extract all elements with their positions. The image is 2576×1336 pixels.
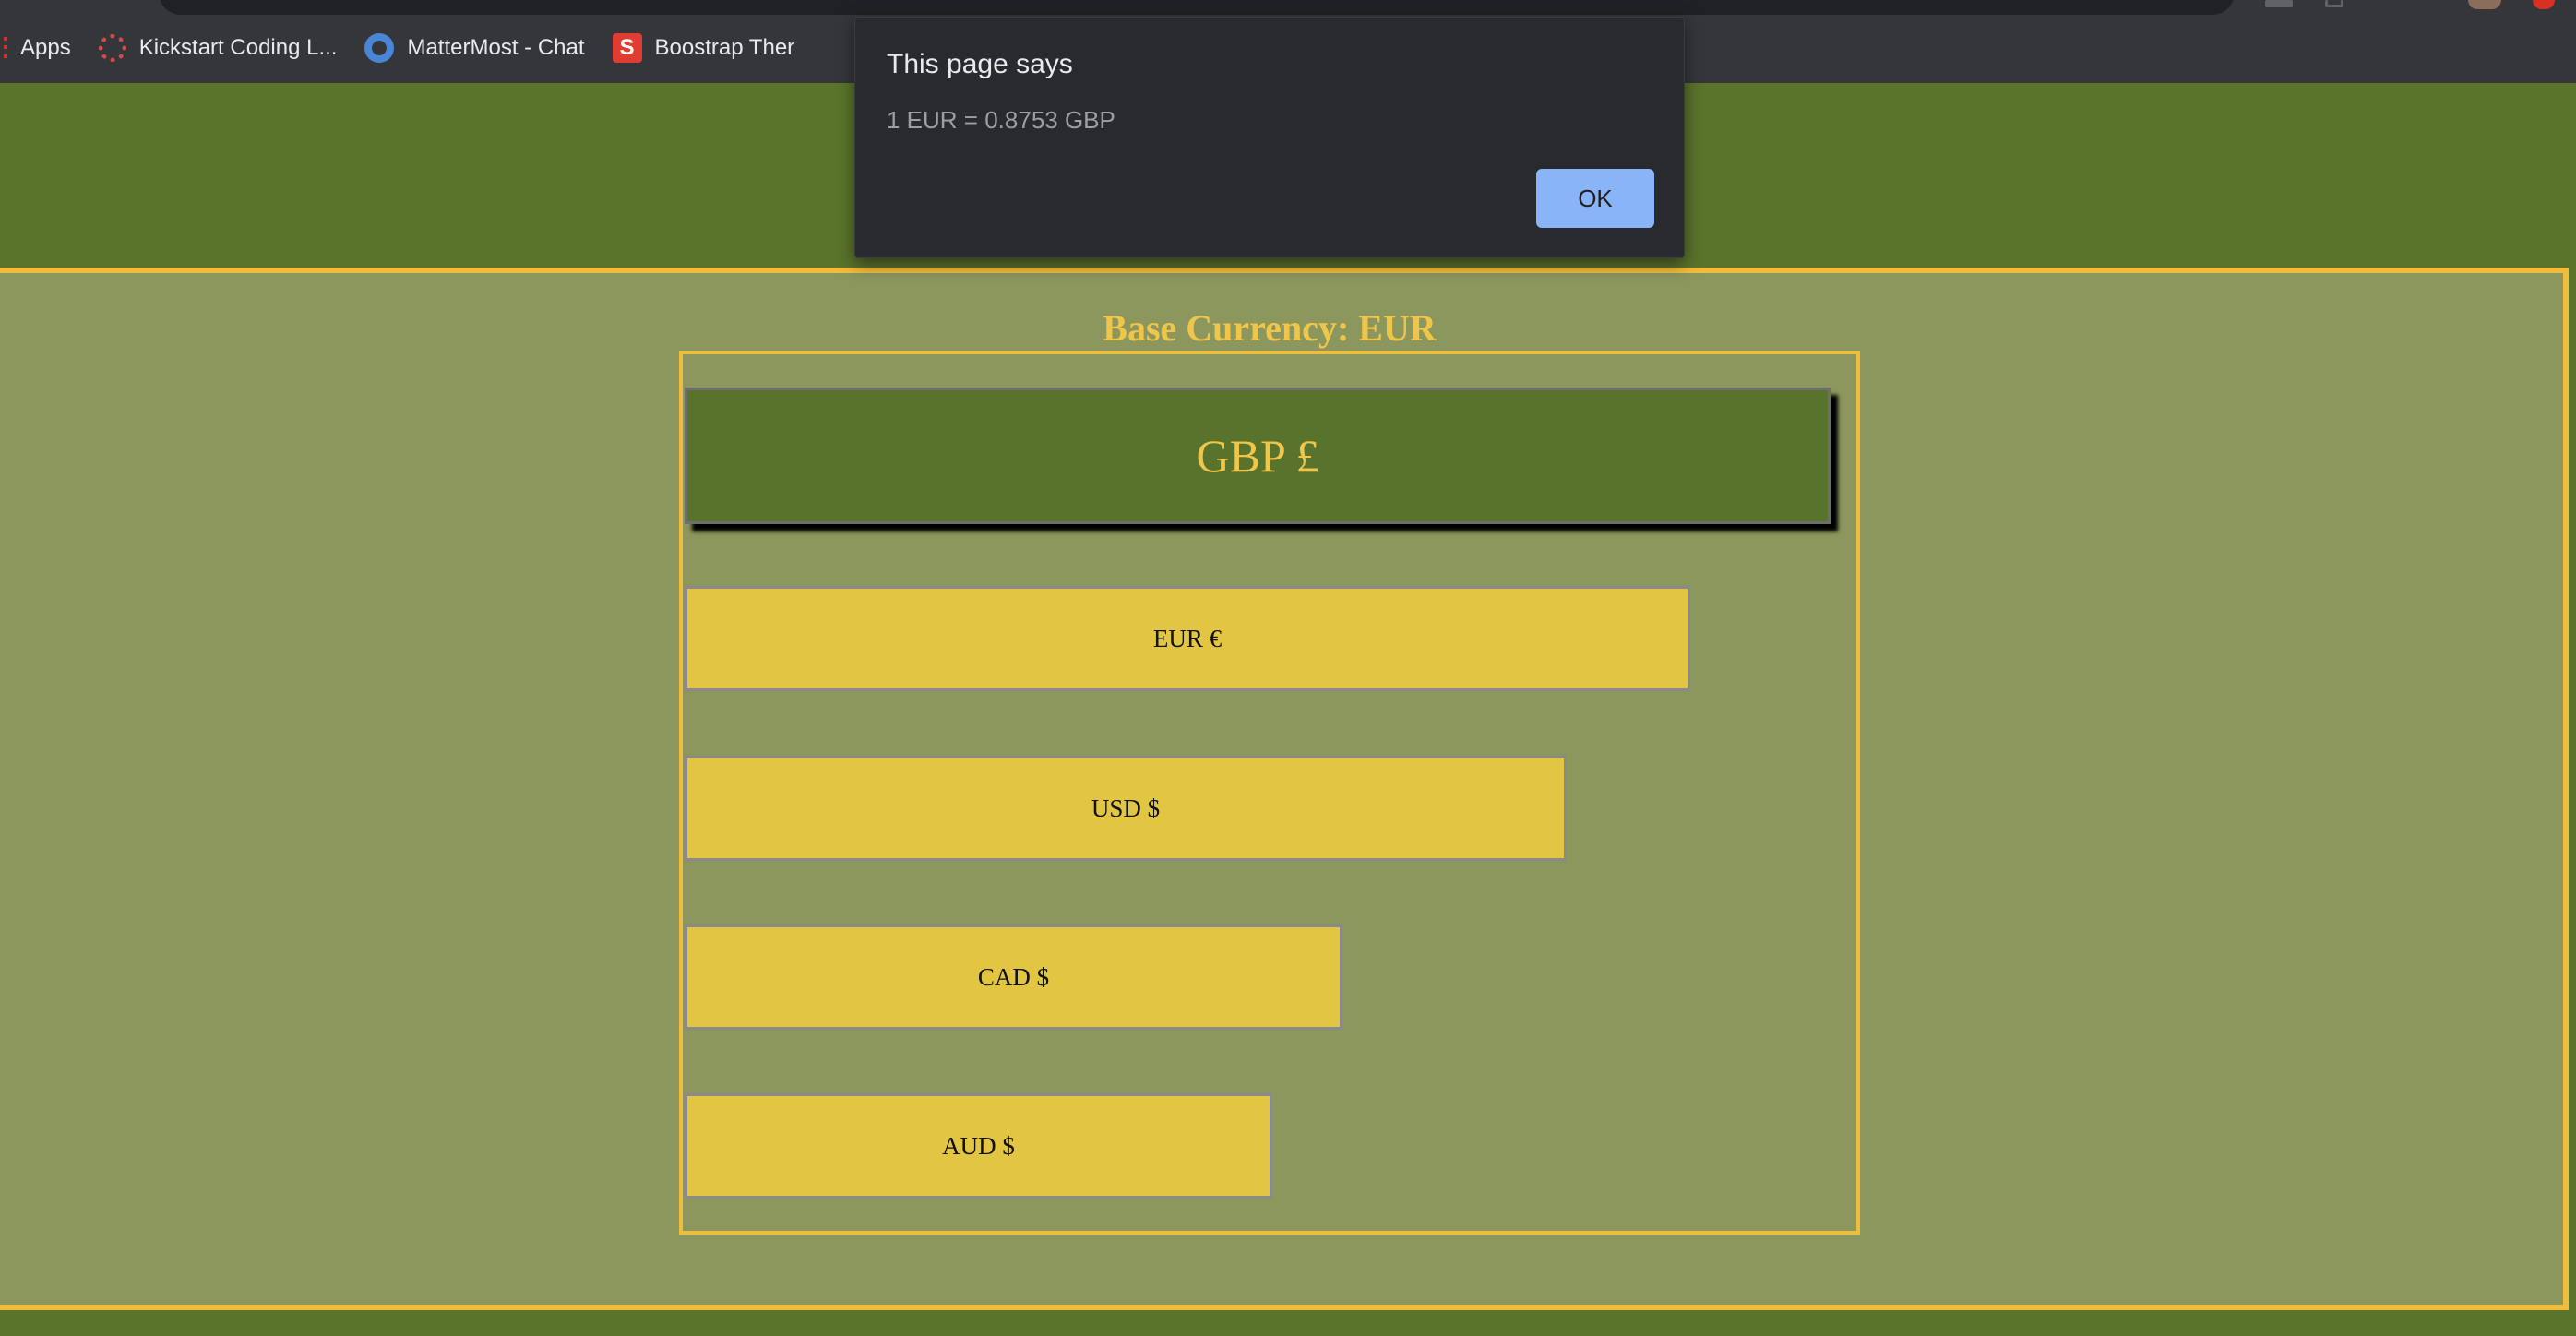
- dialog-title: This page says: [887, 49, 1073, 79]
- rate-bar-aud[interactable]: AUD $: [685, 1093, 1272, 1199]
- base-currency-title: Base Currency: EUR: [1103, 307, 1437, 349]
- rate-bar-cad[interactable]: CAD $: [685, 924, 1342, 1030]
- target-currency-header: GBP £: [685, 388, 1831, 524]
- bookmark-kickstart[interactable]: Kickstart Coding L...: [98, 34, 338, 62]
- bookmarks-bar: Apps Kickstart Coding L... MatterMost - …: [0, 20, 822, 76]
- rate-bar-usd[interactable]: USD $: [685, 756, 1567, 861]
- ok-button[interactable]: OK: [1536, 169, 1654, 228]
- bootstrap-icon: S: [612, 33, 642, 63]
- alert-dialog: This page says 1 EUR = 0.8753 GBP OK: [854, 17, 1685, 258]
- rate-bar-eur[interactable]: EUR €: [685, 586, 1690, 691]
- profile-avatar[interactable]: [2468, 0, 2501, 9]
- dialog-message: 1 EUR = 0.8753 GBP: [887, 106, 1115, 134]
- bookmark-bootstrap[interactable]: S Boostrap Ther: [612, 33, 795, 63]
- extension-icon-2[interactable]: [2325, 0, 2343, 7]
- address-bar[interactable]: [159, 0, 2235, 15]
- apps-grid-icon: [0, 37, 7, 59]
- bookmark-mattermost[interactable]: MatterMost - Chat: [364, 33, 585, 63]
- extension-icon[interactable]: [2265, 0, 2293, 7]
- mattermost-icon: [364, 33, 395, 63]
- update-icon[interactable]: [2533, 0, 2555, 9]
- page-footer: [0, 1310, 2576, 1336]
- bookmark-label: Kickstart Coding L...: [138, 35, 338, 60]
- bookmark-label: MatterMost - Chat: [407, 35, 585, 60]
- bookmark-label: Apps: [20, 35, 71, 60]
- bookmark-label: Boostrap Ther: [654, 35, 795, 60]
- kickstart-icon: [98, 34, 126, 62]
- bookmark-apps[interactable]: Apps: [0, 35, 71, 61]
